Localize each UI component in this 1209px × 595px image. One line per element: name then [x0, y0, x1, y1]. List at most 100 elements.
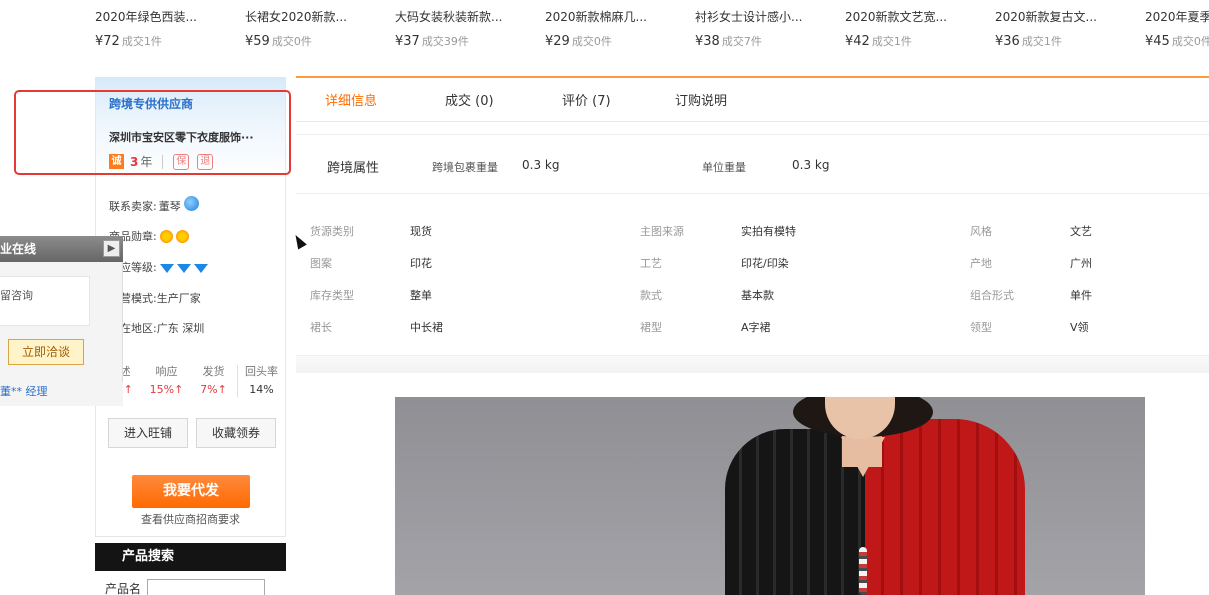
contact-name[interactable]: 董琴: [159, 198, 181, 214]
attr-key: 风格: [970, 225, 992, 238]
product-price: ¥37: [395, 34, 420, 49]
attr-key: 裙长: [310, 321, 332, 334]
product-title[interactable]: 长裙女2020新款...: [245, 8, 385, 24]
product-card[interactable]: 2020新款文艺宽... ¥42 成交1件: [845, 8, 985, 49]
attr-key: 领型: [970, 321, 992, 334]
model-value: 生产厂家: [156, 292, 201, 305]
product-sold: 成交1件: [871, 35, 912, 48]
package-weight-label: 跨境包裹重量: [432, 161, 498, 174]
product-sold: 成交0件: [271, 35, 312, 48]
detail-tabs: 详细信息 成交 (0) 评价 (7) 订购说明: [296, 76, 1209, 122]
attr-key: 组合形式: [970, 289, 1014, 302]
stat-label: 回头率: [245, 365, 278, 378]
chat-body: 留咨询 立即洽谈: [0, 262, 123, 382]
attr-value: 现货: [410, 225, 432, 238]
contact-label: 联系卖家:: [109, 200, 157, 213]
product-card[interactable]: 衬衫女士设计感小... ¥38 成交7件: [695, 8, 835, 49]
dropship-button[interactable]: 我要代发: [132, 475, 250, 508]
product-sold: 成交1件: [1021, 35, 1062, 48]
diamond-icon: [193, 263, 208, 273]
product-search-row: 产品名: [95, 578, 286, 595]
product-card[interactable]: 2020年夏季 ¥45 成交0件: [1145, 8, 1209, 49]
contact-line: 联系卖家: 董琴: [109, 195, 199, 214]
product-card[interactable]: 长裙女2020新款... ¥59 成交0件: [245, 8, 385, 49]
product-title[interactable]: 大码女装秋装新款...: [395, 8, 535, 24]
product-sold: 成交7件: [721, 35, 762, 48]
diamond-icon: [159, 263, 174, 273]
highlight-box: [14, 90, 291, 175]
unit-weight-label: 单位重量: [702, 161, 746, 174]
product-title[interactable]: 衬衫女士设计感小...: [695, 8, 835, 24]
talk-now-button[interactable]: 立即洽谈: [8, 339, 84, 365]
product-price: ¥29: [545, 34, 570, 49]
product-name-label: 产品名: [105, 581, 142, 595]
enter-shop-button[interactable]: 进入旺铺: [108, 418, 188, 448]
manager-link[interactable]: 董** 经理: [0, 382, 123, 406]
tab-order-notes[interactable]: 订购说明: [675, 90, 727, 109]
product-card[interactable]: 2020新款复古文... ¥36 成交1件: [995, 8, 1135, 49]
attr-key: 主图来源: [640, 225, 684, 238]
necklace-beads: [859, 547, 867, 595]
service-stats: 描述 3%↑ 响应 15%↑ 发货 7%↑ 回头率 14%: [96, 361, 285, 401]
medal-sun-icon: [175, 229, 189, 243]
stat-return-rate: 回头率 14%: [238, 361, 285, 401]
unit-weight-value: 0.3 kg: [792, 158, 830, 172]
product-sold: 成交0件: [571, 35, 612, 48]
product-main-image[interactable]: [395, 397, 1145, 595]
level-line: 供应等级:: [109, 259, 208, 275]
chat-widget: 业在线 ▶ 留咨询 立即洽谈 董** 经理: [0, 236, 123, 406]
product-title[interactable]: 2020年绿色西装...: [95, 8, 235, 24]
product-sold: 成交39件: [421, 35, 469, 48]
attr-key: 图案: [310, 257, 332, 270]
expand-arrow-icon[interactable]: ▶: [103, 240, 120, 257]
product-price: ¥42: [845, 34, 870, 49]
attr-value: 实拍有模特: [741, 225, 796, 238]
related-products-strip: 2020年绿色西装... ¥72 成交1件 长裙女2020新款... ¥59 成交0…: [0, 0, 1209, 62]
product-title[interactable]: 2020年夏季: [1145, 8, 1209, 24]
product-card[interactable]: 2020年绿色西装... ¥72 成交1件: [95, 8, 235, 49]
product-title[interactable]: 2020新款复古文...: [995, 8, 1135, 24]
region-value: 广东 深圳: [156, 322, 205, 335]
attr-key: 款式: [640, 289, 662, 302]
attr-value: 基本款: [741, 289, 774, 302]
stat-value: 15%↑: [149, 383, 184, 396]
attr-key: 裙型: [640, 321, 662, 334]
attr-key: 产地: [970, 257, 992, 270]
tab-reviews[interactable]: 评价 (7): [562, 90, 611, 109]
product-card[interactable]: 2020新款棉麻几... ¥29 成交0件: [545, 8, 685, 49]
tab-deals[interactable]: 成交 (0): [445, 90, 494, 109]
model-vneck: [841, 437, 885, 477]
section-divider: [296, 355, 1209, 373]
diamond-icon: [176, 263, 191, 273]
product-name-input[interactable]: [147, 579, 266, 595]
consult-card[interactable]: 留咨询: [0, 276, 90, 326]
chat-header[interactable]: 业在线 ▶: [0, 236, 123, 262]
product-price: ¥72: [95, 34, 120, 49]
product-price: ¥59: [245, 34, 270, 49]
mouse-cursor-icon: [291, 232, 307, 250]
product-price: ¥45: [1145, 34, 1170, 49]
product-card[interactable]: 大码女装秋装新款... ¥37 成交39件: [395, 8, 535, 49]
garment-red-panel: [865, 419, 1025, 595]
stat-shipping: 发货 7%↑: [190, 361, 237, 401]
collect-coupon-button[interactable]: 收藏领券: [196, 418, 276, 448]
stat-label: 响应: [155, 365, 178, 378]
attr-key: 库存类型: [310, 289, 354, 302]
attr-value: V领: [1070, 321, 1089, 334]
attr-value: 印花: [410, 257, 432, 270]
requirement-link[interactable]: 查看供应商招商要求: [96, 511, 285, 527]
region-line: 所在地区: 广东 深圳: [109, 320, 204, 336]
product-sold: 成交0件: [1171, 35, 1209, 48]
stat-label: 发货: [202, 365, 225, 378]
wangwang-icon[interactable]: [183, 195, 199, 211]
package-weight-value: 0.3 kg: [522, 158, 560, 172]
attr-value: 广州: [1070, 257, 1092, 270]
tab-details[interactable]: 详细信息: [325, 90, 377, 109]
product-sold: 成交1件: [121, 35, 162, 48]
product-title[interactable]: 2020新款文艺宽...: [845, 8, 985, 24]
product-price: ¥38: [695, 34, 720, 49]
attr-value: 中长裙: [410, 321, 443, 334]
medal-sun-icon: [159, 229, 173, 243]
product-title[interactable]: 2020新款棉麻几...: [545, 8, 685, 24]
attr-key: 货源类别: [310, 225, 354, 238]
